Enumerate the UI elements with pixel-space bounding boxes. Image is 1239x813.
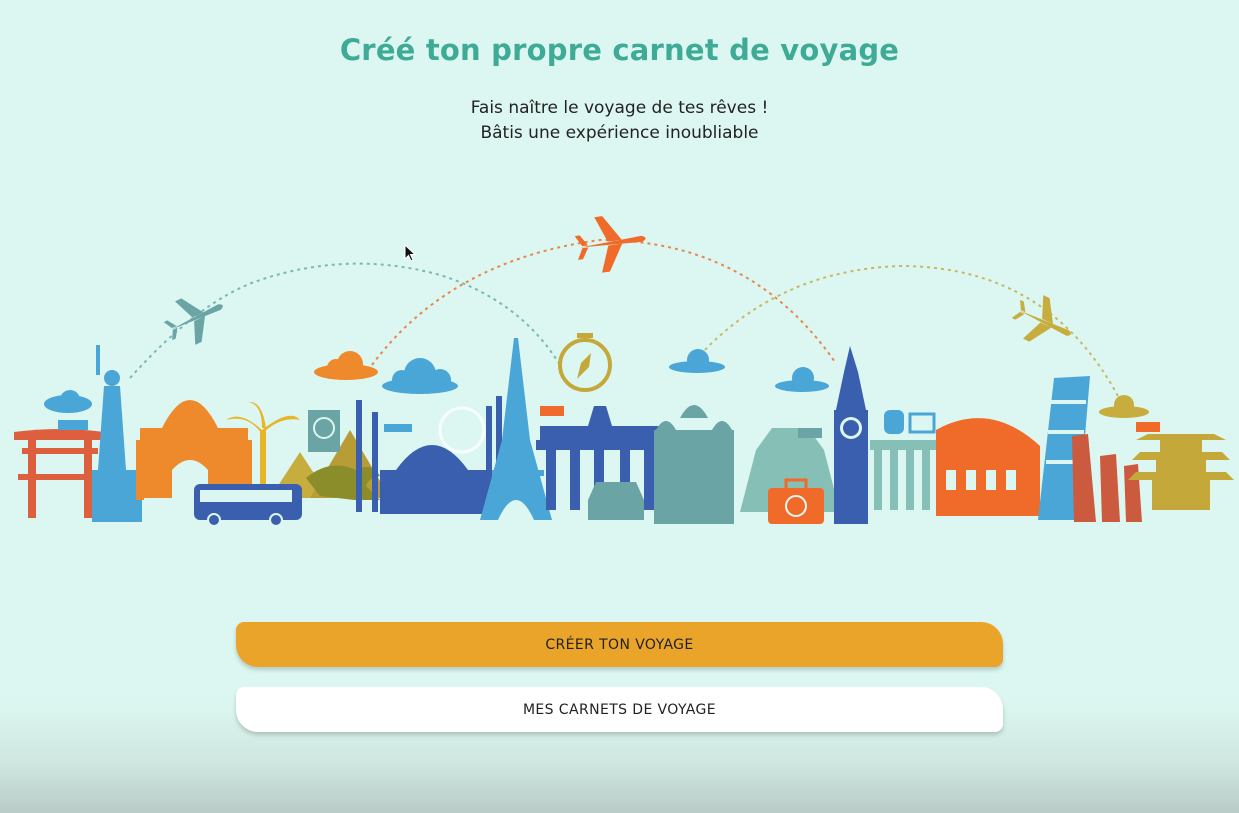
cloud-icon [382, 358, 458, 394]
cloud-icon [44, 390, 92, 413]
world-landmarks-illustration [14, 216, 1234, 527]
page-subtitle: Fais naître le voyage de tes rêves ! Bât… [0, 96, 1239, 146]
bus-icon [194, 484, 302, 527]
cloud-icon [775, 367, 829, 392]
page-title: Créé ton propre carnet de voyage [339, 33, 900, 67]
airplane-icon [574, 216, 646, 273]
airplane-icon [1011, 295, 1071, 342]
subtitle-line-2: Bâtis une expérience inoubliable [480, 123, 759, 143]
mouse-cursor-icon [404, 244, 417, 262]
cloud-icon [669, 349, 725, 373]
cloud-icon [314, 351, 378, 380]
cathedral-icon [654, 405, 734, 524]
museum-icon [870, 410, 940, 510]
subtitle-line-1: Fais naître le voyage de tes rêves ! [470, 98, 769, 118]
create-trip-button[interactable]: CRÉER TON VOYAGE [236, 622, 1003, 667]
mosque-icon [356, 396, 502, 514]
car-icon [588, 482, 644, 520]
my-notebooks-button[interactable]: MES CARNETS DE VOYAGE [236, 687, 1003, 732]
big-ben-icon [834, 346, 868, 524]
compass-icon [558, 333, 612, 392]
flight-paths [129, 238, 1121, 401]
airplane-icon [163, 298, 223, 345]
cloud-icon [1099, 395, 1149, 418]
colosseum-icon [936, 418, 1040, 516]
torii-gate-icon [14, 420, 104, 518]
pagoda-icon [1128, 422, 1234, 510]
